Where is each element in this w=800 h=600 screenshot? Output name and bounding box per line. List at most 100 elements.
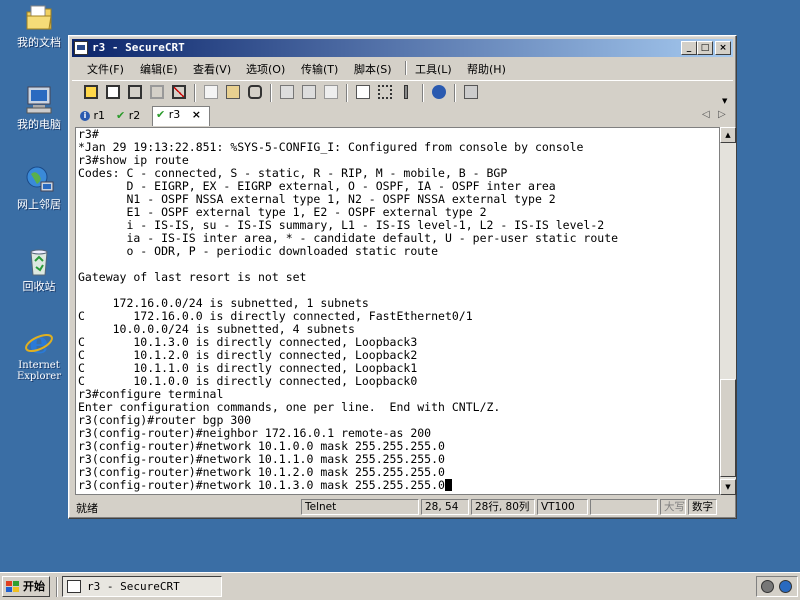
connected-check-icon: ✔ (156, 108, 166, 121)
terminal-line: Gateway of last resort is not set (78, 270, 307, 284)
tab-scroll-left-icon[interactable]: ◁ (702, 109, 710, 120)
taskbar: 开始 r3 - SecureCRT (0, 572, 800, 600)
status-num-lock: 数字 (688, 499, 717, 515)
window-title: r3 - SecureCRT (92, 41, 185, 54)
desktop-icon-label-line1: Internet (18, 360, 60, 371)
desktop-icon-label: 我的文档 (17, 36, 61, 49)
status-bar: 就绪 Telnet 28, 54 28行, 80列 VT100 大写 数字 (72, 498, 733, 516)
toolbar-separator (422, 84, 424, 102)
my-computer-icon (23, 84, 55, 116)
status-blank (590, 499, 658, 515)
info-icon: i (80, 111, 90, 121)
toolbar: ▼ (72, 80, 733, 105)
help-icon[interactable] (430, 83, 448, 101)
menu-transfer[interactable]: 传输(T) (301, 61, 338, 77)
toolbar-separator (270, 84, 272, 102)
menu-file[interactable]: 文件(F) (87, 61, 124, 77)
menu-view[interactable]: 查看(V) (193, 61, 231, 77)
menu-script[interactable]: 脚本(S) (354, 61, 392, 77)
toolbar-separator (454, 84, 456, 102)
scroll-up-icon[interactable]: ▲ (720, 127, 736, 143)
desktop-icon-recycle-bin[interactable]: 回收站 (3, 246, 75, 293)
terminal-output: r3# *Jan 29 19:13:22.851: %SYS-5-CONFIG_I… (78, 128, 618, 492)
connect-icon[interactable] (82, 83, 100, 101)
tab-r2[interactable]: ✔ r2 (116, 108, 150, 125)
quick-connect-icon[interactable] (104, 83, 122, 101)
system-tray (756, 576, 798, 597)
menu-edit[interactable]: 编辑(E) (140, 61, 178, 77)
menu-options[interactable]: 选项(O) (246, 61, 285, 77)
properties-icon[interactable] (462, 83, 480, 101)
tab-r3[interactable]: ✔ r3 × (152, 106, 210, 126)
app-icon[interactable] (74, 41, 88, 55)
maximize-button[interactable]: □ (697, 41, 713, 55)
print-icon[interactable] (278, 83, 296, 101)
tab-label: r1 (93, 109, 106, 122)
status-protocol: Telnet (301, 499, 419, 515)
tray-speaker-icon[interactable] (761, 580, 774, 593)
network-places-icon (23, 164, 55, 196)
desktop-icon-label: 我的电脑 (17, 118, 61, 131)
taskbar-item-label: r3 - SecureCRT (87, 580, 180, 593)
toolbar-separator (194, 84, 196, 102)
tray-network-icon[interactable] (779, 580, 792, 593)
internet-explorer-icon: e (23, 326, 55, 361)
close-button[interactable]: × (715, 41, 731, 55)
securecrt-icon (67, 580, 81, 593)
status-ready: 就绪 (76, 502, 98, 515)
print-screen-icon[interactable] (300, 83, 318, 101)
global-options-icon[interactable] (376, 83, 394, 101)
desktop-icon-label: 回收站 (22, 280, 56, 293)
terminal-area[interactable]: r3# *Jan 29 19:13:22.851: %SYS-5-CONFIG_I… (75, 127, 720, 495)
menu-help[interactable]: 帮助(H) (467, 61, 506, 77)
terminal-line: r3(config-router)#network 10.1.3.0 mask … (78, 479, 618, 492)
session-options-icon[interactable] (354, 83, 372, 101)
menu-bar: 文件(F) 编辑(E) 查看(V) 选项(O) 传输(T) 脚本(S) 工具(L… (72, 58, 733, 78)
scrollbar-thumb[interactable] (720, 379, 736, 477)
status-cursor-position: 28, 54 (421, 499, 469, 515)
reconnect-icon[interactable] (148, 83, 166, 101)
session-tab-bar: i r1 ✔ r2 ✔ r3 × ◁ ▷ (72, 106, 733, 126)
securecrt-window: r3 - SecureCRT _ □ × 文件(F) 编辑(E) 查看(V) 选… (68, 35, 737, 519)
scroll-down-icon[interactable]: ▼ (720, 479, 736, 495)
status-rows-cols: 28行, 80列 (471, 499, 535, 515)
status-caps-lock: 大写 (660, 499, 686, 515)
connected-check-icon: ✔ (116, 109, 126, 122)
toolbar-overflow-icon[interactable]: ▼ (722, 97, 730, 105)
toolbar-separator (346, 84, 348, 102)
paste-icon[interactable] (224, 83, 242, 101)
terminal-cursor (444, 479, 452, 491)
start-label: 开始 (23, 580, 45, 593)
terminal-line: o - ODR, P - periodic downloaded static … (78, 244, 439, 258)
copy-icon[interactable] (202, 83, 220, 101)
recycle-bin-icon (23, 246, 55, 278)
vertical-scrollbar[interactable]: ▲ ▼ (720, 127, 736, 495)
start-button[interactable]: 开始 (2, 576, 50, 597)
desktop-icon-my-computer[interactable]: 我的电脑 (3, 84, 75, 131)
tab-close-icon[interactable]: × (192, 108, 201, 121)
menu-tools[interactable]: 工具(L) (415, 61, 452, 77)
taskbar-item-securecrt[interactable]: r3 - SecureCRT (62, 576, 222, 597)
title-bar[interactable]: r3 - SecureCRT _ □ × (72, 39, 733, 57)
desktop-icon-network-places[interactable]: 网上邻居 (3, 164, 75, 211)
windows-logo-icon (6, 581, 19, 592)
connect-in-tab-icon[interactable] (126, 83, 144, 101)
desktop-icon-label-line2: Explorer (16, 371, 62, 382)
print-setup-icon[interactable] (322, 83, 340, 101)
desktop-icon-internet-explorer[interactable]: e Internet Explorer (3, 326, 75, 382)
minimize-button[interactable]: _ (681, 41, 697, 55)
keymap-icon[interactable] (398, 83, 416, 101)
disconnect-icon[interactable] (170, 83, 188, 101)
tab-scroll-right-icon[interactable]: ▷ (718, 109, 726, 120)
svg-text:e: e (29, 326, 48, 358)
tab-label: r3 (168, 108, 181, 121)
tab-label: r2 (128, 109, 141, 122)
desktop-icon-label: 网上邻居 (17, 198, 61, 211)
menu-separator (405, 61, 407, 75)
taskbar-separator (56, 577, 58, 597)
tab-r1[interactable]: i r1 (80, 108, 110, 125)
my-documents-icon (23, 2, 55, 34)
find-icon[interactable] (246, 83, 264, 101)
status-emulation: VT100 (537, 499, 588, 515)
desktop-icon-my-documents[interactable]: 我的文档 (3, 2, 75, 49)
